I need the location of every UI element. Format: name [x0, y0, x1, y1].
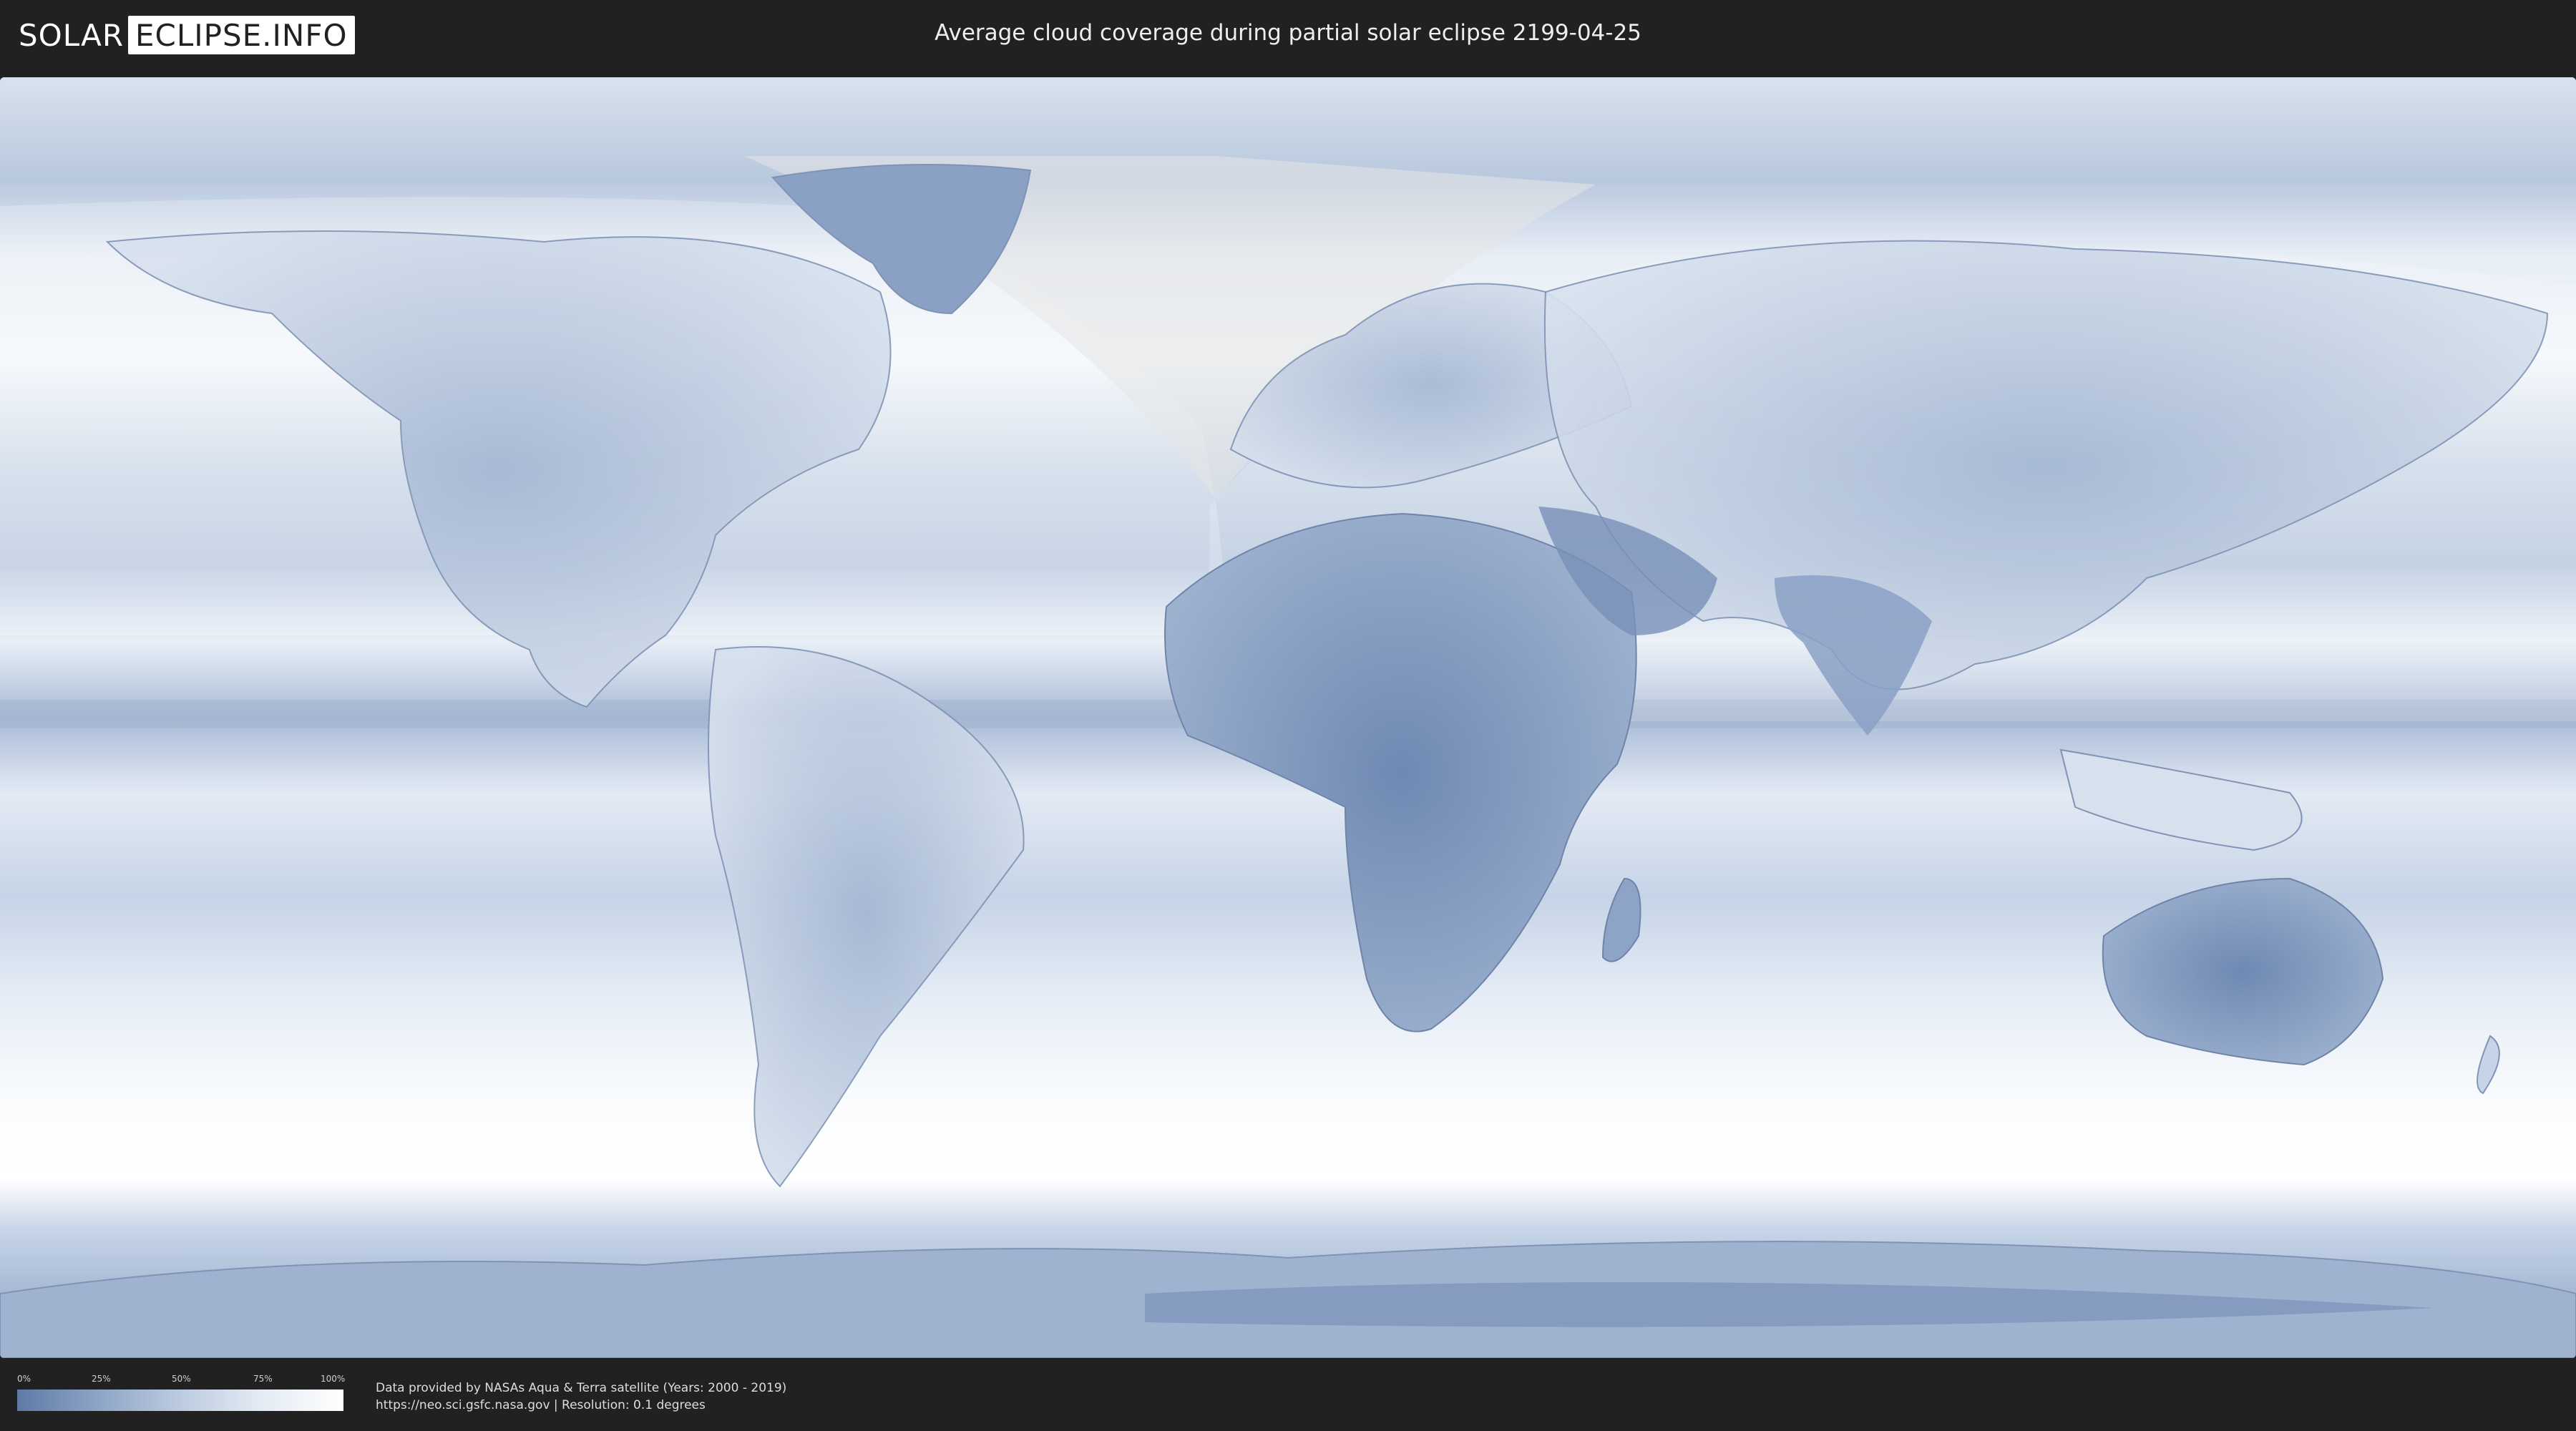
page-title: Average cloud coverage during partial so… [935, 20, 1641, 46]
legend-tick-75: 75% [253, 1374, 273, 1384]
header-bar: SOLAR ECLIPSE.INFO Average cloud coverag… [0, 0, 2576, 72]
data-credits: Data provided by NASAs Aqua & Terra sate… [376, 1379, 786, 1414]
credits-line-source: Data provided by NASAs Aqua & Terra sate… [376, 1381, 787, 1395]
cloud-coverage-map[interactable] [0, 77, 2576, 1358]
legend-tick-50: 50% [172, 1374, 191, 1384]
legend-tick-25: 25% [92, 1374, 111, 1384]
legend-ticks: 0% 25% 50% 75% 100% [17, 1374, 346, 1390]
legend-color-bar [17, 1390, 343, 1411]
credits-line-url[interactable]: https://neo.sci.gsfc.nasa.gov | Resoluti… [376, 1397, 786, 1414]
legend-tick-100: 100% [321, 1374, 346, 1384]
world-map-svg [0, 77, 2576, 1358]
cloud-coverage-legend: 0% 25% 50% 75% 100% [17, 1374, 346, 1411]
legend-tick-0: 0% [17, 1374, 31, 1384]
footer-bar: 0% 25% 50% 75% 100% Data provided by NAS… [0, 1358, 2576, 1431]
